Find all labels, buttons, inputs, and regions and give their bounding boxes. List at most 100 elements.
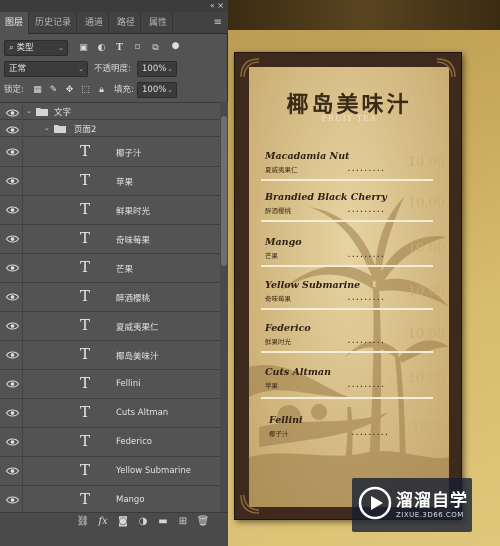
panel-title-bar: « × <box>0 0 228 12</box>
filter-toggle-icon[interactable]: ● <box>170 41 181 52</box>
layer-name: Federico <box>116 437 153 447</box>
eye-icon[interactable] <box>6 147 19 157</box>
text-layer-row[interactable]: T 鲜果时光 <box>0 196 220 225</box>
text-layer-icon: T <box>80 142 91 160</box>
eye-icon[interactable] <box>6 108 19 118</box>
corner-ornament-icon <box>240 494 260 514</box>
eye-icon[interactable] <box>6 176 19 186</box>
tab-history[interactable]: 历史记录 <box>30 12 78 34</box>
layer-group-text[interactable]: ⌄ 文字 <box>0 104 220 120</box>
eye-icon[interactable] <box>6 350 19 360</box>
corner-ornament-icon <box>240 58 260 78</box>
chevron-down-icon: ⌄ <box>58 44 64 52</box>
lock-position-icon[interactable]: ✥ <box>64 85 75 96</box>
layer-separator <box>22 167 23 196</box>
layer-kind-filter[interactable]: ⌕ 类型 ⌄ <box>4 40 68 56</box>
text-layer-row[interactable]: T 椰子汁 <box>0 138 220 167</box>
opacity-input[interactable]: 100% ⌄ <box>137 61 177 77</box>
layers-scrollbar[interactable] <box>220 102 228 512</box>
new-group-icon[interactable]: ▬ <box>156 515 170 529</box>
eye-icon[interactable] <box>6 437 19 447</box>
layer-name: Fellini <box>116 379 141 389</box>
eye-icon[interactable] <box>6 379 19 389</box>
document-canvas[interactable]: 椰岛美味汁 FRUIT TEA Macadamia Nut 夏威夷果仁 ....… <box>228 0 500 546</box>
blend-mode-value: 正常 <box>9 64 27 74</box>
eye-icon[interactable] <box>6 408 19 418</box>
folder-icon <box>54 125 66 133</box>
text-layer-row[interactable]: T Mango <box>0 486 220 512</box>
layer-separator <box>22 121 23 137</box>
text-layer-row[interactable]: T Federico <box>0 428 220 457</box>
layer-separator <box>22 457 23 486</box>
type-filter-icon[interactable]: T <box>114 43 125 54</box>
layer-separator <box>22 104 23 120</box>
tab-paths[interactable]: 路径 <box>112 12 142 34</box>
eye-icon[interactable] <box>6 205 19 215</box>
menu-item-dots: ......... <box>347 379 385 390</box>
collapse-panel-icon[interactable]: « × <box>210 1 224 10</box>
blend-row: 正常 ⌄ 不透明度: 100% ⌄ <box>0 59 228 81</box>
menu-item-price: 10.00 <box>407 284 445 299</box>
menu-item: Federico 鲜果时光 ......... 10.00 <box>261 323 445 353</box>
layer-name: Cuts Altman <box>116 408 169 418</box>
layer-name: 夏威夷果仁 <box>116 323 159 333</box>
fill-value: 100% <box>142 85 167 95</box>
layer-style-icon[interactable]: fx <box>96 515 110 529</box>
text-layer-icon: T <box>80 258 91 276</box>
menu-item-dots: ......... <box>347 335 385 346</box>
lock-transparent-icon[interactable]: ▦ <box>32 85 43 96</box>
menu-item: Macadamia Nut 夏威夷果仁 ......... 10.00 <box>261 151 445 181</box>
text-layer-row[interactable]: T Yellow Submarine <box>0 457 220 486</box>
tab-properties[interactable]: 属性 <box>144 12 174 34</box>
eye-icon[interactable] <box>6 321 19 331</box>
eye-icon[interactable] <box>6 125 19 135</box>
smart-object-filter-icon[interactable]: ⧉ <box>150 43 161 54</box>
layer-group-page[interactable]: ⌄ 页面2 <box>0 121 220 137</box>
panel-tabs: 图层 历史记录 通道 路径 属性 ≡ <box>0 12 228 34</box>
chevron-down-icon[interactable]: ⌄ <box>26 107 32 115</box>
lock-label: 锁定: <box>4 85 24 95</box>
fill-input[interactable]: 100% ⌄ <box>137 82 177 98</box>
layer-separator <box>22 370 23 399</box>
lock-all-icon[interactable]: 🔒︎ <box>96 85 107 96</box>
opacity-label: 不透明度: <box>94 64 131 74</box>
scrollbar-thumb[interactable] <box>221 116 227 266</box>
text-layer-row[interactable]: T Fellini <box>0 370 220 399</box>
eye-icon[interactable] <box>6 263 19 273</box>
tab-channels[interactable]: 通道 <box>80 12 110 34</box>
link-layers-icon[interactable]: ⛓ <box>76 515 90 529</box>
lock-artboard-icon[interactable]: ⬚ <box>80 85 91 96</box>
layer-name: 椰岛美味汁 <box>116 352 159 362</box>
text-layer-row[interactable]: T 芒果 <box>0 254 220 283</box>
text-layer-row[interactable]: T 椰岛美味汁 <box>0 341 220 370</box>
text-layer-icon: T <box>80 403 91 421</box>
eye-icon[interactable] <box>6 466 19 476</box>
text-layer-row[interactable]: T Cuts Altman <box>0 399 220 428</box>
lock-image-icon[interactable]: ✎ <box>48 85 59 96</box>
text-layer-row[interactable]: T 苹果 <box>0 167 220 196</box>
adjustment-filter-icon[interactable]: ◐ <box>96 43 107 54</box>
eye-icon[interactable] <box>6 234 19 244</box>
new-layer-icon[interactable]: ⊞ <box>176 515 190 529</box>
eye-icon[interactable] <box>6 292 19 302</box>
text-layer-row[interactable]: T 夏威夷果仁 <box>0 312 220 341</box>
tab-layers[interactable]: 图层 <box>0 12 30 34</box>
text-layer-row[interactable]: T 奇味莓果 <box>0 225 220 254</box>
chevron-down-icon: ⌄ <box>167 86 173 94</box>
panel-menu-icon[interactable]: ≡ <box>214 17 222 28</box>
shape-filter-icon[interactable]: ⌑ <box>132 43 143 54</box>
text-layer-row[interactable]: T 醉酒樱桃 <box>0 283 220 312</box>
menu-artboard[interactable]: 椰岛美味汁 FRUIT TEA Macadamia Nut 夏威夷果仁 ....… <box>234 52 462 520</box>
menu-divider <box>261 397 433 399</box>
eye-icon[interactable] <box>6 495 19 505</box>
watermark-url: ZIXUE.3D66.COM <box>396 511 464 519</box>
add-mask-icon[interactable]: ◙ <box>116 515 130 529</box>
filter-row: ⌕ 类型 ⌄ ▣ ◐ T ⌑ ⧉ ● <box>0 38 228 60</box>
pixel-filter-icon[interactable]: ▣ <box>78 43 89 54</box>
adjustment-layer-icon[interactable]: ◑ <box>136 515 150 529</box>
layer-name: 椰子汁 <box>116 149 142 159</box>
blend-mode-select[interactable]: 正常 ⌄ <box>4 61 88 77</box>
menu-item-price: 10.00 <box>407 196 445 211</box>
chevron-down-icon[interactable]: ⌄ <box>44 124 50 132</box>
delete-layer-icon[interactable]: 🗑︎ <box>196 515 210 529</box>
